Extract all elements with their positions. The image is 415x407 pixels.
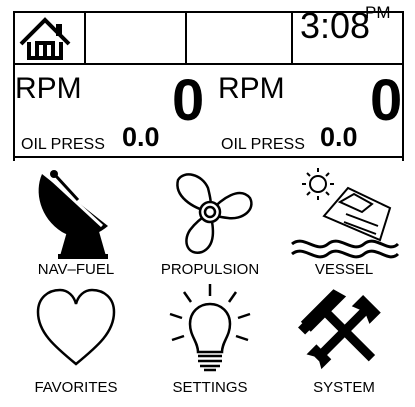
system-label: SYSTEM (313, 379, 375, 396)
rpm-value-port: 0 (172, 68, 205, 133)
home-button[interactable] (17, 14, 87, 62)
satellite-dish-icon (38, 170, 109, 259)
boat-icon (291, 168, 400, 259)
oil-label-port: OIL PRESS (21, 136, 105, 153)
propulsion-label: PROPULSION (160, 261, 260, 278)
nav-fuel-button[interactable]: NAV–FUEL (12, 162, 140, 278)
vessel-button[interactable]: VESSEL (280, 162, 408, 278)
nav-fuel-label: NAV–FUEL (37, 261, 115, 278)
light-bulb-icon (169, 284, 251, 372)
rpm-value-starboard: 0 (370, 68, 403, 133)
settings-label: SETTINGS (172, 379, 248, 396)
header-divider-3 (291, 11, 293, 64)
favorites-label: FAVORITES (34, 379, 118, 396)
header-divider-2 (185, 11, 187, 64)
system-button[interactable]: SYSTEM (280, 280, 408, 396)
gauge-bottom-line (13, 156, 403, 158)
clock-time: 3:08 (300, 5, 371, 46)
tools-icon (298, 289, 381, 370)
settings-button[interactable]: SETTINGS (146, 280, 274, 396)
header-divider-1 (84, 11, 86, 64)
oil-value-port: 0.0 (122, 122, 160, 152)
heart-icon (36, 288, 116, 366)
rpm-label-port: RPM (15, 72, 82, 105)
rpm-label-starboard: RPM (218, 72, 285, 105)
header-bottom-line (13, 63, 403, 65)
home-icon (19, 17, 71, 60)
propeller-icon (176, 173, 253, 254)
clock-ampm: PM (365, 3, 391, 22)
right-border (402, 11, 404, 161)
vessel-label: VESSEL (314, 261, 374, 278)
oil-label-starboard: OIL PRESS (221, 136, 305, 153)
oil-value-starboard: 0.0 (320, 122, 358, 152)
favorites-button[interactable]: FAVORITES (12, 280, 140, 396)
propulsion-button[interactable]: PROPULSION (146, 162, 274, 278)
